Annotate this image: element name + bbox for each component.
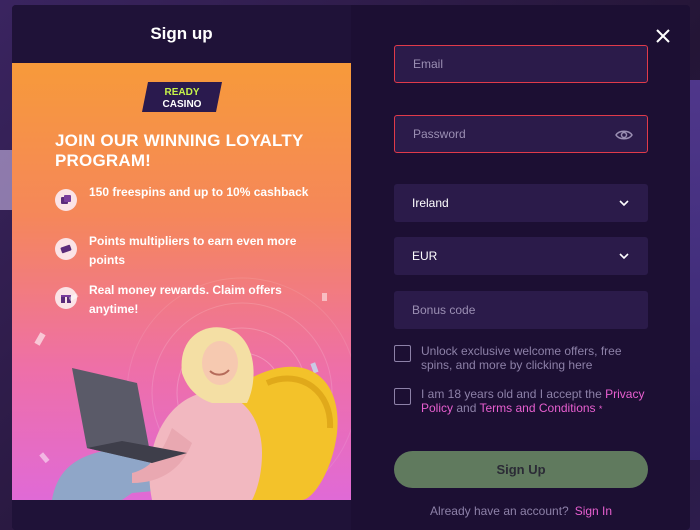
password-field[interactable]: Password (394, 115, 648, 153)
promo-panel: Sign up READY CASINO JOIN OUR WINNING LO… (12, 5, 351, 530)
bonus-code-field[interactable]: Bonus code (394, 291, 648, 329)
terms-checkbox-row: I am 18 years old and I accept the Priva… (394, 387, 652, 416)
perk-text: 150 freespins and up to 10% cashback (89, 185, 309, 199)
offers-checkbox[interactable] (394, 345, 411, 362)
offers-checkbox-label: Unlock exclusive welcome offers, free sp… (421, 344, 622, 372)
ready-casino-logo: READY CASINO (142, 82, 222, 112)
woman-with-laptop-illustration (34, 293, 338, 500)
terms-checkbox[interactable] (394, 388, 411, 405)
email-field[interactable]: Email (394, 45, 648, 83)
close-icon[interactable] (652, 25, 674, 47)
svg-text:CASINO: CASINO (163, 99, 202, 110)
password-placeholder: Password (413, 127, 466, 141)
terms-checkbox-label: I am 18 years old and I accept the Priva… (421, 387, 652, 416)
bonus-code-placeholder: Bonus code (412, 303, 476, 317)
signin-prompt: Already have an account? Sign In (394, 504, 648, 518)
chevron-down-icon (619, 253, 629, 260)
currency-select[interactable]: EUR (394, 237, 648, 275)
promo-heading: JOIN OUR WINNING LOYALTY PROGRAM! (55, 131, 304, 170)
terms-prefix-text: I am 18 years old and I accept the (421, 387, 606, 401)
terms-and-text: and (453, 401, 480, 415)
currency-value: EUR (412, 249, 438, 263)
country-select[interactable]: Ireland (394, 184, 648, 222)
dice-icon (55, 189, 77, 211)
terms-link[interactable]: Terms and Conditions (480, 401, 596, 415)
email-placeholder: Email (413, 57, 444, 71)
country-value: Ireland (412, 196, 449, 210)
have-account-text: Already have an account? (429, 504, 569, 518)
signup-modal: Sign up READY CASINO JOIN OUR WINNING LO… (12, 5, 690, 530)
required-mark: * (598, 404, 603, 414)
chevron-down-icon (619, 200, 629, 207)
sign-up-button[interactable]: Sign Up (394, 451, 648, 488)
perk-item: 150 freespins and up to 10% cashback (55, 183, 315, 211)
sign-in-link[interactable]: Sign In (575, 504, 612, 518)
svg-text:READY: READY (164, 87, 199, 98)
offers-checkbox-row: Unlock exclusive welcome offers, free sp… (394, 344, 652, 372)
show-password-icon[interactable] (615, 127, 633, 143)
modal-title: Sign up (150, 24, 213, 43)
promo-banner: READY CASINO JOIN OUR WINNING LOYALTY PR… (12, 63, 351, 500)
